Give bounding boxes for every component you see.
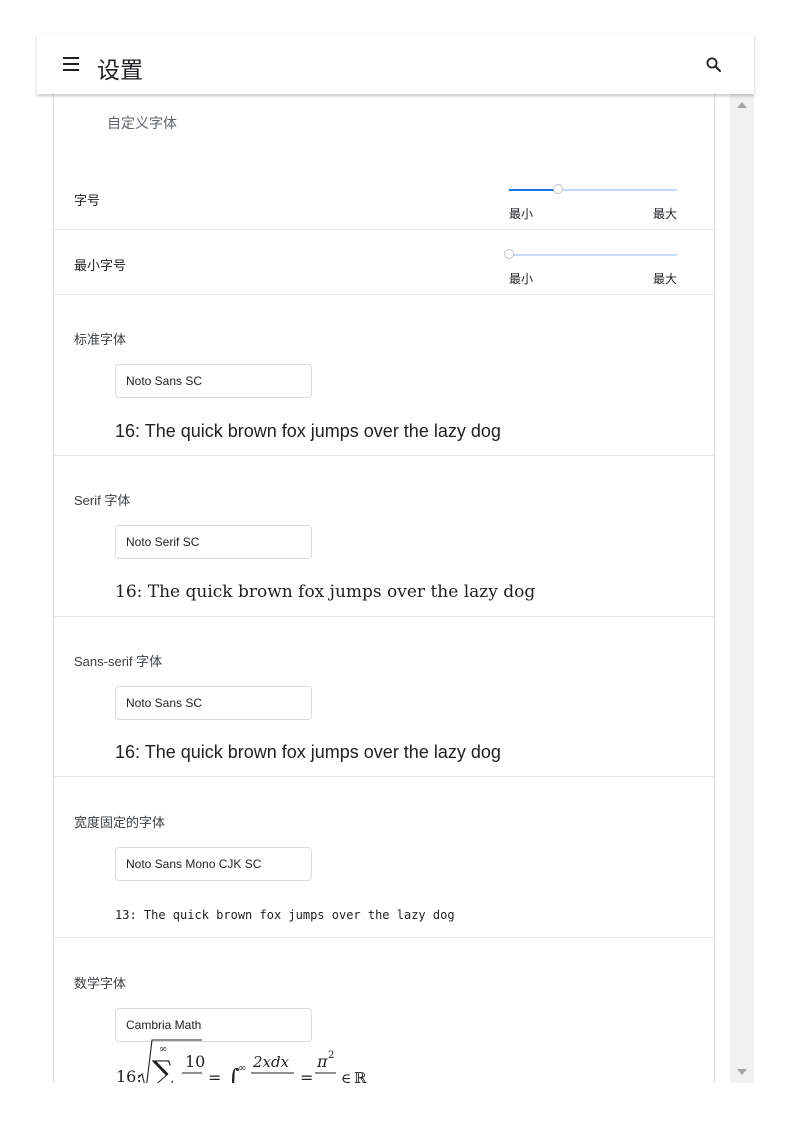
min-font-size-label: 最小字号: [74, 258, 127, 273]
sum-symbol: ∑: [152, 1055, 174, 1083]
real-numbers: ℝ: [354, 1069, 367, 1083]
standard-font-select[interactable]: Noto Sans SC: [115, 364, 312, 398]
fixed-width-font-section: 宽度固定的字体 Noto Sans Mono CJK SC 13: The qu…: [54, 776, 714, 938]
sans-serif-font-sample: 16: The quick brown fox jumps over the l…: [115, 742, 501, 762]
serif-font-sample: 16: The quick brown fox jumps over the l…: [115, 582, 536, 602]
math-font-label: 数学字体: [74, 976, 127, 991]
menu-icon[interactable]: [63, 57, 79, 71]
math-prefix: 16:: [116, 1067, 142, 1083]
scroll-down-arrow-icon[interactable]: [737, 1069, 747, 1075]
font-size-row: 字号 最小 最大: [54, 162, 714, 230]
sum-upper: ∞: [159, 1044, 167, 1055]
equals-2: =: [300, 1068, 313, 1083]
pi-exponent: 2: [328, 1050, 334, 1061]
scroll-up-arrow-icon[interactable]: [737, 102, 747, 108]
font-settings-card: 自定义字体 字号 最小 最大 最小字号 最小 最大 标准字体 Noto Sans…: [53, 94, 715, 1083]
slider-knob[interactable]: [552, 184, 563, 194]
equals-1: =: [208, 1068, 221, 1083]
fixed-width-font-label: 宽度固定的字体: [74, 815, 166, 830]
sans-serif-font-label: Sans-serif 字体: [74, 654, 163, 669]
integral-upper: ∞: [238, 1063, 246, 1074]
fixed-width-font-sample: 13: The quick brown fox jumps over the l…: [115, 908, 455, 922]
slider-max-label: 最大: [652, 272, 677, 286]
slider-track[interactable]: [509, 254, 677, 256]
math-font-sample: 16: ∞ ∑ 10 = ∫ ∞ 2xdx = π 2 ∈ ℝ: [54, 1038, 714, 1083]
pi-symbol: π: [316, 1052, 328, 1071]
integral-numerator: 2xdx: [252, 1053, 290, 1071]
slider-fill: [509, 189, 558, 191]
serif-font-section: Serif 字体 Noto Serif SC 16: The quick bro…: [54, 455, 714, 617]
slider-knob[interactable]: [504, 249, 514, 259]
standard-font-sample: 16: The quick brown fox jumps over the l…: [115, 421, 501, 441]
serif-font-select[interactable]: Noto Serif SC: [115, 525, 312, 559]
slider-min-label: 最小: [509, 272, 534, 286]
fixed-width-font-select[interactable]: Noto Sans Mono CJK SC: [115, 847, 312, 881]
fraction-numerator: 10: [185, 1052, 205, 1071]
page-title: 设置: [97, 57, 143, 83]
standard-font-section: 标准字体 Noto Sans SC 16: The quick brown fo…: [54, 294, 714, 456]
scrollbar[interactable]: [730, 94, 754, 1083]
font-size-label: 字号: [74, 193, 101, 208]
sans-serif-font-select[interactable]: Noto Sans SC: [115, 686, 312, 720]
slider-max-label: 最大: [652, 207, 677, 221]
standard-font-label: 标准字体: [74, 332, 127, 347]
slider-min-label: 最小: [509, 207, 534, 221]
search-icon[interactable]: [705, 56, 723, 74]
min-font-size-row: 最小字号 最小 最大: [54, 229, 714, 295]
math-font-select[interactable]: Cambria Math: [115, 1008, 312, 1042]
custom-fonts-heading: 自定义字体: [107, 115, 177, 131]
sans-serif-font-section: Sans-serif 字体 Noto Sans SC 16: The quick…: [54, 616, 714, 777]
element-of: ∈: [341, 1071, 351, 1083]
app-header: 设置: [37, 34, 754, 94]
serif-font-label: Serif 字体: [74, 493, 131, 508]
math-formula: 16: ∞ ∑ 10 = ∫ ∞ 2xdx = π 2 ∈ ℝ: [116, 1039, 367, 1083]
